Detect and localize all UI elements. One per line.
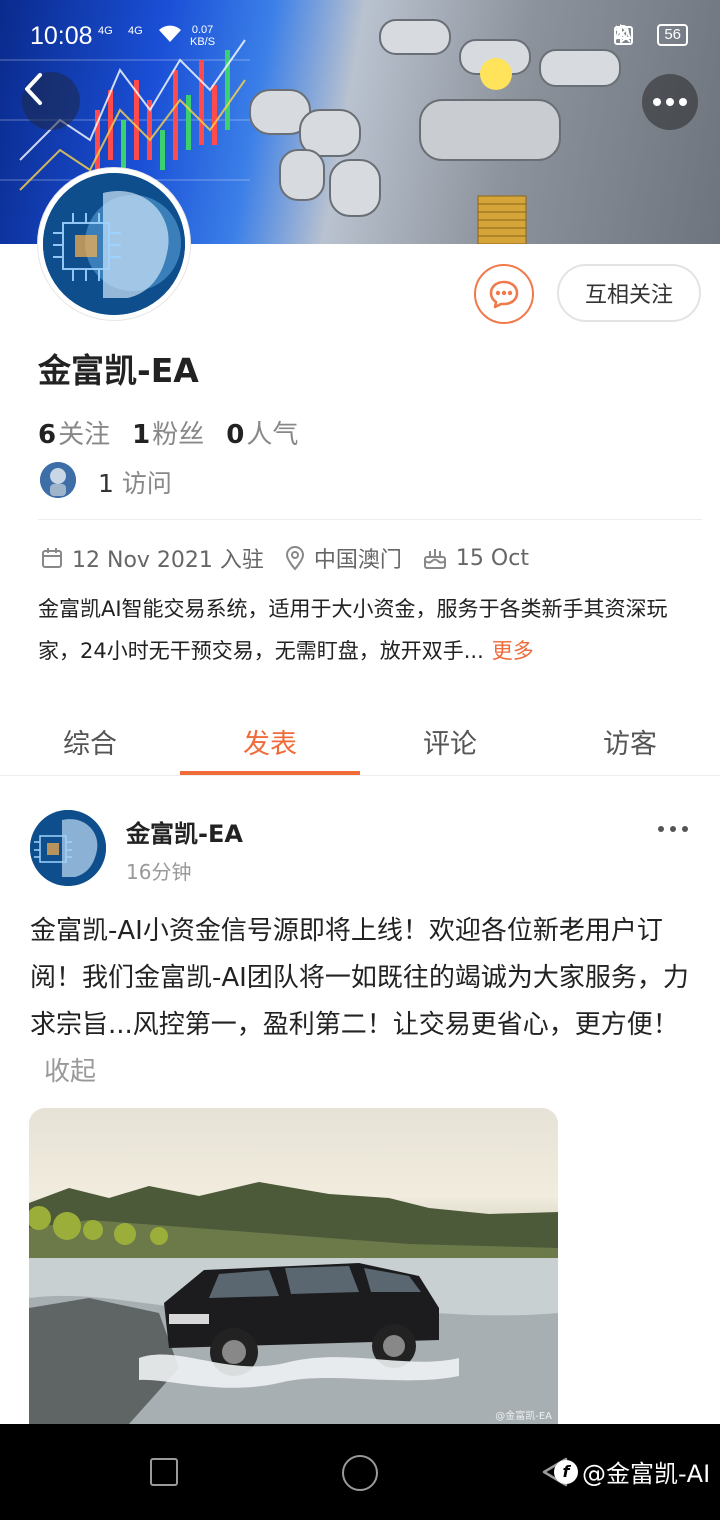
dot <box>682 826 688 832</box>
post-author-avatar[interactable] <box>30 810 106 886</box>
signal-4g-1: 4G <box>98 25 113 37</box>
mutual-follow-button[interactable]: 互相关注 <box>557 264 701 322</box>
dot <box>670 826 676 832</box>
location-pin-icon <box>285 546 304 571</box>
join-date: 12 Nov 2021 入驻 <box>40 542 264 574</box>
status-bar: 10:08 4G 4G 0.07 KB/S N 56 <box>0 0 720 72</box>
suv-in-river-photo <box>29 1182 558 1424</box>
calendar-icon <box>42 548 62 568</box>
stat-followers[interactable]: 1粉丝 <box>132 414 204 451</box>
tab-posts[interactable]: 发表 <box>180 710 360 775</box>
ai-head-avatar-image <box>43 173 185 315</box>
battery-indicator: 56 <box>657 24 688 46</box>
visit-count[interactable]: 1 访问 <box>98 464 172 500</box>
status-time: 10:08 <box>30 22 93 50</box>
chevron-left-icon <box>25 73 42 105</box>
stat-following[interactable]: 6关注 <box>38 414 110 451</box>
dot <box>666 98 674 106</box>
birthday-cake-icon <box>423 549 446 569</box>
profile-stats: 6关注 1粉丝 0人气 <box>38 414 298 451</box>
profile-tabs: 综合 发表 评论 访客 <box>0 710 720 776</box>
visitor-avatar[interactable] <box>40 462 76 498</box>
post-timestamp: 16分钟 <box>126 860 192 884</box>
profile-meta: 12 Nov 2021 入驻 中国澳门 15 Oct <box>40 542 549 574</box>
profile-username: 金富凯-EA <box>38 351 199 390</box>
more-options-button[interactable] <box>642 74 698 130</box>
robot-avatar-image <box>40 462 76 498</box>
birthday: 15 Oct <box>422 545 529 571</box>
tab-comments[interactable]: 评论 <box>360 710 540 775</box>
bio-more-link[interactable]: 更多 <box>492 639 534 663</box>
dot <box>653 98 661 106</box>
post-author-name[interactable]: 金富凯-EA <box>126 814 243 849</box>
recent-apps-button[interactable] <box>150 1458 178 1486</box>
profile-bio: 金富凯AI智能交易系统，适用于大小资金，服务于各类新手其资深玩家，24小时无干预… <box>38 597 668 663</box>
location: 中国澳门 <box>284 542 402 574</box>
post-content: 金富凯-AI小资金信号源即将上线！欢迎各位新老用户订阅！我们金富凯-AI团队将一… <box>30 916 689 1087</box>
platform-logo-icon: f <box>554 1459 578 1484</box>
system-nav-bar: f @金富凯-AI <box>0 1424 720 1520</box>
profile-avatar[interactable] <box>38 168 190 320</box>
image-watermark: @金富凯-EA <box>495 1411 552 1422</box>
chat-bubble-icon <box>489 280 519 309</box>
divider <box>38 519 702 520</box>
platform-watermark: f @金富凯-AI <box>554 1454 710 1489</box>
tab-visitors[interactable]: 访客 <box>540 710 720 775</box>
post-image[interactable]: @金富凯-EA <box>29 1108 558 1424</box>
post-more-button[interactable] <box>658 826 688 832</box>
signal-4g-2: 4G <box>128 25 143 37</box>
dot <box>679 98 687 106</box>
tab-overview[interactable]: 综合 <box>0 710 180 775</box>
message-button[interactable] <box>474 264 534 324</box>
stat-popularity[interactable]: 0人气 <box>226 414 298 451</box>
dot <box>658 826 664 832</box>
home-button[interactable] <box>342 1455 378 1491</box>
post-collapse-link[interactable]: 收起 <box>44 1057 96 1087</box>
ai-head-avatar-image <box>30 810 106 886</box>
back-button[interactable] <box>22 72 80 130</box>
network-speed: 0.07 KB/S <box>190 24 216 48</box>
